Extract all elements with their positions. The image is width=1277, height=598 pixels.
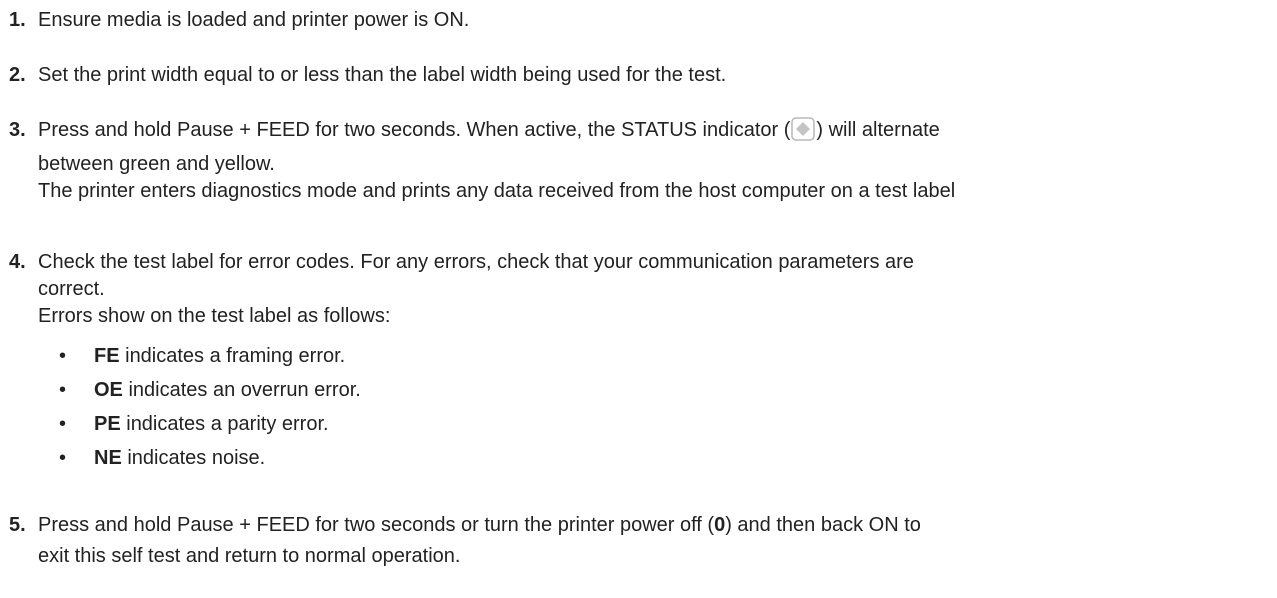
power-off-symbol: 0 — [714, 514, 726, 536]
error-code: OE — [94, 379, 123, 401]
bullet-icon: • — [59, 345, 67, 367]
step-number: 5. — [9, 514, 26, 536]
step-text: Set the print width equal to or less tha… — [38, 64, 727, 86]
step-3-line-1: Press and hold Pause + FEED for two seco… — [38, 117, 1270, 144]
step-text: Press and hold Pause + FEED for two seco… — [38, 514, 715, 536]
error-description: indicates a framing error. — [119, 345, 346, 367]
error-description: indicates an overrun error. — [122, 379, 361, 401]
step-5-line-1: Press and hold Pause + FEED for two seco… — [38, 512, 1270, 539]
error-code: NE — [94, 447, 122, 469]
step-text: ) and then back ON to — [725, 514, 921, 536]
error-description: indicates noise. — [121, 447, 266, 469]
bullet-icon: • — [59, 413, 67, 435]
step-number: 4. — [9, 251, 26, 273]
step-text: ) will alternate — [816, 119, 940, 141]
step-5-line-2: exit this self test and return to normal… — [38, 545, 461, 567]
status-indicator-icon — [791, 117, 816, 141]
bullet-icon: • — [59, 379, 67, 401]
bullet-icon: • — [59, 447, 67, 469]
error-code: FE — [94, 345, 120, 367]
step-4-line-3: Errors show on the test label as follows… — [38, 305, 391, 327]
step-4-line-2: correct. — [38, 278, 105, 300]
error-description: indicates a parity error. — [120, 413, 329, 435]
step-3-line-2: between green and yellow. — [38, 153, 275, 175]
step-text: Press and hold Pause + FEED for two seco… — [38, 119, 791, 141]
step-3-line-3: The printer enters diagnostics mode and … — [38, 180, 956, 202]
step-number: 2. — [9, 64, 26, 86]
error-code: PE — [94, 413, 121, 435]
step-number: 3. — [9, 119, 26, 141]
step-text: Ensure media is loaded and printer power… — [38, 9, 470, 31]
step-number: 1. — [9, 9, 26, 31]
step-4-line-1: Check the test label for error codes. Fo… — [38, 251, 914, 273]
